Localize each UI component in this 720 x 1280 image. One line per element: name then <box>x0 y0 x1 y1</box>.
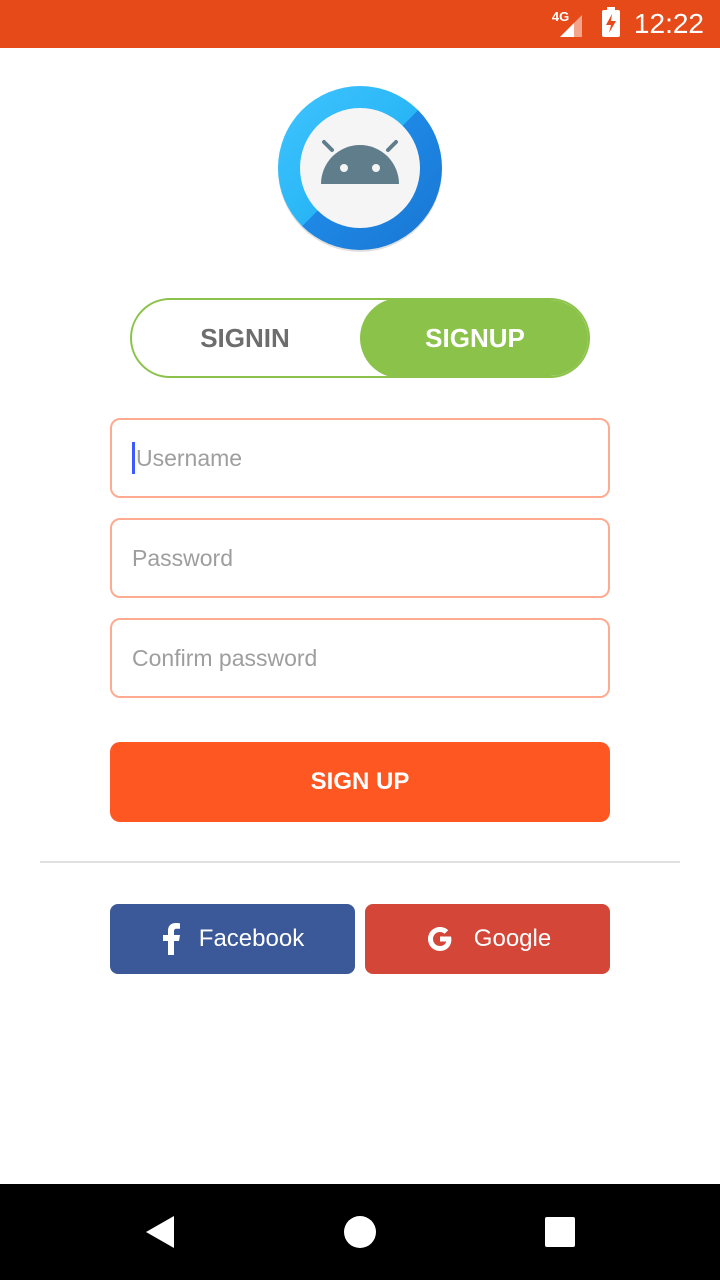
home-icon <box>344 1216 376 1248</box>
google-login-button[interactable]: Google <box>365 904 610 974</box>
back-button[interactable] <box>112 1184 208 1280</box>
network-indicator: 4G <box>552 9 588 39</box>
facebook-icon <box>161 923 181 955</box>
auth-mode-toggle: SIGNIN SIGNUP <box>130 298 590 378</box>
sign-up-button-label: SIGN UP <box>310 768 410 795</box>
sign-up-button[interactable]: SIGN UP <box>110 742 610 822</box>
google-label: Google <box>473 925 552 952</box>
password-placeholder: Password <box>132 544 233 571</box>
status-bar: 4G 12:22 <box>0 0 720 48</box>
system-nav-bar <box>0 1184 720 1280</box>
divider <box>40 861 680 863</box>
tab-signup[interactable]: SIGNUP <box>360 300 588 376</box>
clock: 12:22 <box>633 8 704 39</box>
username-field[interactable]: Username <box>110 418 610 498</box>
home-button[interactable] <box>312 1184 408 1280</box>
text-cursor <box>132 442 135 474</box>
username-placeholder: Username <box>136 444 243 471</box>
android-icon <box>278 86 442 252</box>
recents-button[interactable] <box>512 1184 608 1280</box>
google-icon <box>424 923 456 955</box>
recents-icon <box>545 1217 575 1247</box>
confirm-password-placeholder: Confirm password <box>132 644 318 671</box>
facebook-label: Facebook <box>198 925 305 952</box>
confirm-password-field[interactable]: Confirm password <box>110 618 610 698</box>
network-type-label: 4G <box>551 9 570 24</box>
tab-signin[interactable]: SIGNIN <box>132 300 360 376</box>
app-logo <box>276 84 444 252</box>
back-icon <box>146 1216 174 1248</box>
facebook-login-button[interactable]: Facebook <box>110 904 355 974</box>
password-field[interactable]: Password <box>110 518 610 598</box>
battery-charging-icon <box>601 6 620 42</box>
